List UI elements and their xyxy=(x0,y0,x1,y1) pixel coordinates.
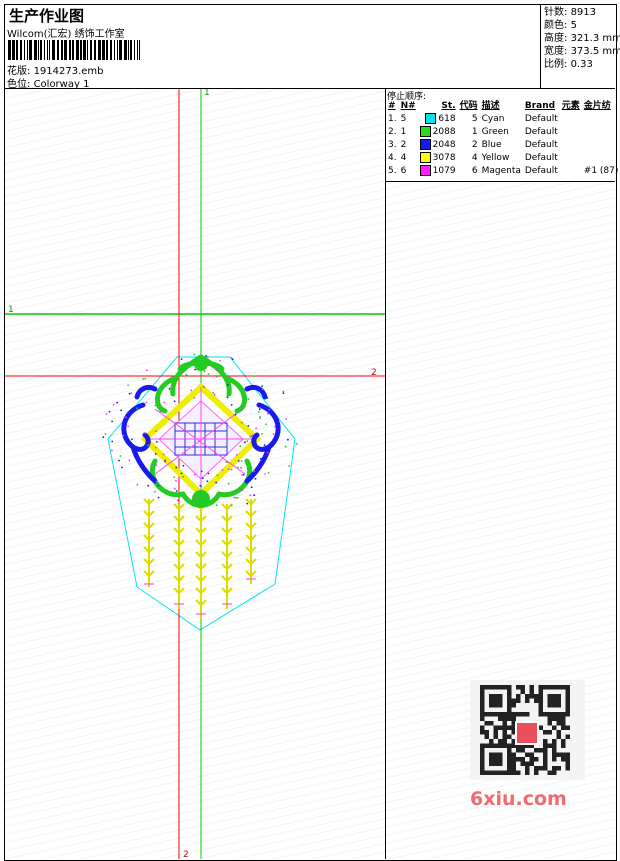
row-desc: Cyan xyxy=(481,114,505,124)
watermark-logo: 6xiu.com xyxy=(470,788,567,810)
stop-sequence: 停止顺序: # N# St. 代码 描述 Brand 元素 金片纺 1. 5 618… xyxy=(386,89,618,182)
stat-stitches: 针数: 8913 xyxy=(544,7,597,18)
row-brand: Default xyxy=(524,166,558,176)
guide-v-green-label: 1 xyxy=(204,89,210,98)
design-canvas[interactable]: 1 1 2 2 xyxy=(5,89,386,859)
row-element xyxy=(560,113,582,126)
row-index: 3. xyxy=(388,140,397,150)
stat-width: 宽度: 373.5 mm xyxy=(544,46,620,57)
barcode-icon xyxy=(8,40,140,60)
page-title: 生产作业图 xyxy=(9,7,85,25)
color-swatch-icon xyxy=(419,152,431,163)
embroidery-design: 1 1 2 2 xyxy=(5,89,385,859)
header: 生产作业图 Wilcom(汇宏) 绣饰工作室 花版: 1914273.emb 色… xyxy=(5,5,620,90)
row-stitches: 2048 xyxy=(418,139,458,152)
row-desc: Green xyxy=(481,127,509,137)
table-row[interactable]: 1. 5 618 5 Cyan Default xyxy=(386,113,620,126)
guide-v-red-label: 2 xyxy=(183,850,189,859)
row-index: 2. xyxy=(388,127,397,137)
row-sequin: #1 (87) xyxy=(583,166,619,176)
stat-height: 高度: 321.3 mm xyxy=(544,33,620,44)
col-header-element: 元素 xyxy=(561,101,580,111)
row-sequin xyxy=(582,126,620,139)
col-header-desc: 描述 xyxy=(481,101,500,111)
row-needle: 5 xyxy=(400,114,407,124)
color-swatch-icon xyxy=(425,113,437,124)
row-brand: Default xyxy=(524,114,558,124)
table-row[interactable]: 2. 1 2088 1 Green Default xyxy=(386,126,620,139)
row-stitches: 1079 xyxy=(418,165,458,178)
row-code: 1 xyxy=(471,127,478,137)
table-row[interactable]: 3. 2 2048 2 Blue Default xyxy=(386,139,620,152)
table-row[interactable]: 5. 6 1079 6 Magenta Default #1 (87) xyxy=(386,165,620,178)
stat-scale: 比例: 0.33 xyxy=(544,59,593,70)
color-swatch-icon xyxy=(419,126,431,137)
row-desc: Magenta xyxy=(481,166,521,176)
qr-code-icon xyxy=(470,680,585,780)
row-element xyxy=(560,126,582,139)
color-swatch-icon xyxy=(419,139,431,150)
row-brand: Default xyxy=(524,127,558,137)
row-desc: Blue xyxy=(481,140,502,150)
row-code: 4 xyxy=(471,153,478,163)
row-desc: Yellow xyxy=(481,153,510,163)
col-header-stitches: St. xyxy=(441,101,456,111)
colorway-row: 色位: Colorway 1 xyxy=(7,75,89,90)
stat-colors: 颜色: 5 xyxy=(544,20,577,31)
row-sequin xyxy=(582,113,620,126)
col-header-brand: Brand xyxy=(524,101,556,111)
row-code: 5 xyxy=(471,114,478,124)
row-needle: 6 xyxy=(400,166,407,176)
stop-sequence-table: # N# St. 代码 描述 Brand 元素 金片纺 1. 5 618 5 Cyan D… xyxy=(386,100,620,178)
row-sequin xyxy=(582,152,620,165)
studio-name: Wilcom(汇宏) 绣饰工作室 xyxy=(7,29,125,40)
green-center-knot xyxy=(192,490,210,508)
col-header-needle: N# xyxy=(400,101,416,111)
row-needle: 4 xyxy=(400,153,407,163)
guide-h-red-label: 2 xyxy=(371,368,377,378)
table-row[interactable]: 4. 4 3078 4 Yellow Default xyxy=(386,152,620,165)
row-element xyxy=(560,152,582,165)
col-header-index: # xyxy=(388,101,396,111)
color-swatch-icon xyxy=(419,165,431,176)
guide-h-green-label: 1 xyxy=(8,305,14,315)
row-element xyxy=(560,139,582,152)
row-code: 6 xyxy=(471,166,478,176)
row-brand: Default xyxy=(524,140,558,150)
col-header-code: 代码 xyxy=(459,101,478,111)
row-sequin xyxy=(582,139,620,152)
row-needle: 2 xyxy=(400,140,407,150)
row-stitches: 618 xyxy=(418,113,458,126)
row-index: 1. xyxy=(388,114,397,124)
row-stitches: 2088 xyxy=(418,126,458,139)
row-index: 4. xyxy=(388,153,397,163)
row-index: 5. xyxy=(388,166,397,176)
row-stitches: 3078 xyxy=(418,152,458,165)
col-header-sequin: 金片纺 xyxy=(583,101,611,111)
row-brand: Default xyxy=(524,153,558,163)
row-element xyxy=(560,165,582,178)
table-header-row: # N# St. 代码 描述 Brand 元素 金片纺 xyxy=(386,100,620,113)
row-code: 2 xyxy=(471,140,478,150)
row-needle: 1 xyxy=(400,127,407,137)
stats-box: 针数: 8913 颜色: 5 高度: 321.3 mm 宽度: 373.5 mm… xyxy=(540,5,620,88)
tassels xyxy=(148,499,252,619)
green-top-knot xyxy=(194,357,208,371)
